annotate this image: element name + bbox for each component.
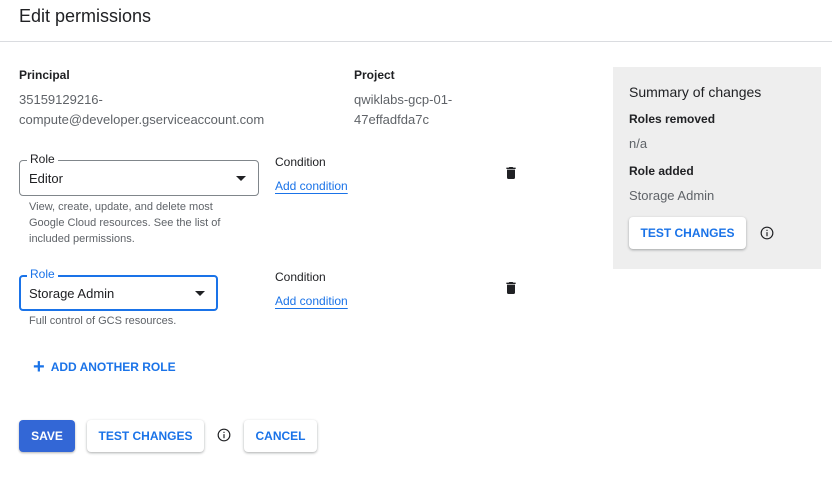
- page-title: Edit permissions: [19, 6, 152, 26]
- plus-icon: +: [33, 356, 45, 378]
- summary-test-changes-button[interactable]: TEST CHANGES: [629, 217, 746, 249]
- principal-label: Principal: [19, 68, 70, 82]
- project-value-line2: 47effadfda7c: [354, 112, 429, 127]
- role-added-value: Storage Admin: [629, 188, 715, 203]
- role-helper-line3: included permissions.: [29, 233, 135, 245]
- dialog-header: Edit permissions: [0, 0, 832, 42]
- role-select-value: Storage Admin: [29, 286, 115, 301]
- info-icon[interactable]: [217, 428, 231, 442]
- condition-label: Condition: [275, 270, 326, 284]
- roles-removed-label: Roles removed: [629, 112, 716, 126]
- principal-value-line1: 35159129216-: [19, 92, 103, 107]
- project-value-line1: qwiklabs-gcp-01-: [354, 92, 453, 107]
- role-helper-line2: Google Cloud resources. See the list of: [29, 217, 221, 229]
- role-select-editor[interactable]: Role Editor: [19, 152, 259, 196]
- add-condition-link[interactable]: Add condition: [275, 179, 348, 193]
- role-helper-line1: Full control of GCS resources.: [29, 315, 177, 327]
- condition-label: Condition: [275, 155, 326, 169]
- add-another-role-button[interactable]: + ADD ANOTHER ROLE: [33, 356, 176, 378]
- role-helper-line1: View, create, update, and delete most: [29, 201, 213, 213]
- roles-removed-value: n/a: [629, 136, 648, 151]
- save-button[interactable]: SAVE: [19, 420, 75, 452]
- trash-icon[interactable]: [503, 280, 519, 296]
- summary-title: Summary of changes: [629, 84, 762, 100]
- role-select-storage-admin[interactable]: Role Storage Admin: [19, 267, 218, 311]
- add-condition-link[interactable]: Add condition: [275, 294, 348, 308]
- trash-icon[interactable]: [503, 165, 519, 181]
- caret-down-icon: [195, 291, 205, 296]
- caret-down-icon: [236, 176, 246, 181]
- principal-value-line2: compute@developer.gserviceaccount.com: [19, 112, 265, 127]
- role-select-label: Role: [27, 152, 58, 166]
- test-changes-button[interactable]: TEST CHANGES: [87, 420, 204, 452]
- summary-panel: Summary of changes Roles removed n/a Rol…: [613, 67, 821, 269]
- role-select-value: Editor: [29, 171, 63, 186]
- add-another-role-label: ADD ANOTHER ROLE: [50, 360, 176, 374]
- info-icon[interactable]: [760, 226, 774, 240]
- cancel-button[interactable]: CANCEL: [244, 420, 317, 452]
- role-added-label: Role added: [629, 164, 694, 178]
- role-select-label: Role: [27, 267, 58, 281]
- project-label: Project: [354, 68, 395, 82]
